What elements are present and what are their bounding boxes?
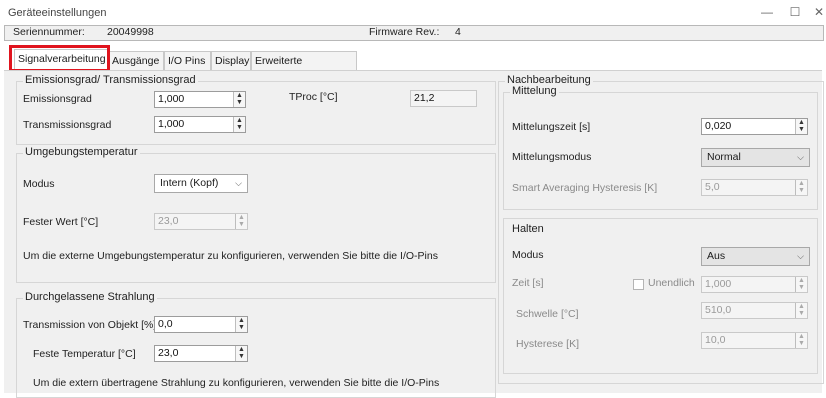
transmission-objekt-label: Transmission von Objekt [%]: [23, 319, 157, 331]
mittelungsmodus-label: Mittelungsmodus: [512, 151, 592, 163]
tproc-label: TProc [°C]: [289, 91, 338, 103]
hold-modus-value: Aus: [707, 250, 726, 262]
emissionsgrad-value: 1,000: [158, 93, 185, 105]
chevron-down-icon: ⌵: [797, 251, 804, 261]
averaging-group-title: Mittelung: [510, 85, 559, 97]
tab-ausgaenge[interactable]: Ausgänge: [108, 51, 164, 70]
transmissionsgrad-value: 1,000: [158, 118, 185, 130]
spinner-icon: ▲ ▼: [235, 214, 247, 229]
spinner-icon[interactable]: ▲ ▼: [233, 117, 245, 132]
serial-label: Seriennummer:: [13, 26, 85, 38]
spinner-icon: ▲ ▼: [795, 333, 807, 348]
mittelungszeit-input[interactable]: 0,020 ▲ ▼: [701, 118, 808, 135]
schwelle-label: Schwelle [°C]: [516, 308, 579, 320]
chevron-down-icon: ⌵: [797, 152, 804, 162]
active-tab-highlight: [9, 45, 110, 72]
minimize-icon[interactable]: —: [758, 4, 776, 20]
feste-temperatur-value: 23,0: [158, 347, 179, 359]
tab-erweiterte-einstellungen[interactable]: Erweiterte Einstellungen: [251, 51, 357, 86]
spinner-icon[interactable]: ▲ ▼: [795, 119, 807, 134]
hold-zeit-label: Zeit [s]: [512, 277, 544, 289]
fester-wert-label: Fester Wert [°C]: [23, 216, 99, 228]
transmissionsgrad-input[interactable]: 1,000 ▲ ▼: [154, 116, 246, 133]
tproc-value: 21,2: [414, 92, 435, 104]
mittelungszeit-label: Mittelungszeit [s]: [512, 121, 591, 133]
hold-group-title: Halten: [510, 223, 546, 235]
unendlich-checkbox[interactable]: [633, 279, 644, 290]
schwelle-input: 510,0 ▲ ▼: [701, 302, 808, 319]
ambient-modus-label: Modus: [23, 178, 55, 190]
transmission-objekt-value: 0,0: [158, 318, 173, 330]
transmissionsgrad-label: Transmissionsgrad: [23, 119, 112, 131]
mittelungsmodus-value: Normal: [707, 151, 741, 163]
close-icon[interactable]: ✕: [810, 4, 826, 20]
feste-temperatur-label: Feste Temperatur [°C]: [33, 348, 136, 360]
hold-group: Halten Modus Aus ⌵ Zeit [s] Unendlich 1,…: [503, 218, 818, 374]
unendlich-label: Unendlich: [648, 277, 695, 289]
feste-temperatur-input[interactable]: 23,0 ▲ ▼: [154, 345, 248, 362]
hysterese-input: 10,0 ▲ ▼: [701, 332, 808, 349]
ambient-group-title: Umgebungstemperatur: [23, 146, 140, 158]
ambient-group: Umgebungstemperatur Modus Intern (Kopf) …: [16, 146, 496, 283]
firmware-label: Firmware Rev.:: [369, 26, 440, 38]
fester-wert-input: 23,0 ▲ ▼: [154, 213, 248, 230]
spinner-icon: ▲ ▼: [795, 303, 807, 318]
emissionsgrad-input[interactable]: 1,000 ▲ ▼: [154, 91, 246, 108]
serial-value: 20049998: [107, 26, 154, 38]
ambient-modus-value: Intern (Kopf): [160, 177, 219, 189]
hysterese-label: Hysterese [K]: [516, 338, 580, 350]
window-title: Geräteeinstellungen: [8, 7, 107, 19]
tproc-field: 21,2: [410, 90, 477, 107]
smart-hysteresis-value: 5,0: [705, 181, 720, 193]
hold-zeit-input: 1,000 ▲ ▼: [701, 276, 808, 293]
tab-strip: Signalverarbeitung Ausgänge I/O Pins Dis…: [0, 49, 826, 86]
hold-zeit-value: 1,000: [705, 278, 732, 290]
firmware-value: 4: [455, 26, 461, 38]
spinner-icon[interactable]: ▲ ▼: [233, 92, 245, 107]
fester-wert-value: 23,0: [158, 215, 179, 227]
ambient-modus-select[interactable]: Intern (Kopf) ⌵: [154, 174, 248, 193]
tab-display[interactable]: Display: [211, 51, 251, 70]
chevron-down-icon: ⌵: [235, 178, 242, 188]
spinner-icon: ▲ ▼: [795, 277, 807, 292]
emission-group: Emissionsgrad/ Transmissionsgrad Emissio…: [16, 74, 496, 145]
spinner-icon[interactable]: ▲ ▼: [235, 346, 247, 361]
transmitted-group-title: Durchgelassene Strahlung: [23, 291, 157, 303]
ambient-note: Um die externe Umgebungstemperatur zu ko…: [23, 250, 438, 262]
tab-io-pins[interactable]: I/O Pins: [164, 51, 211, 70]
info-bar: Seriennummer: 20049998 Firmware Rev.: 4: [4, 25, 824, 41]
title-bar: Geräteeinstellungen — ☐ ✕: [0, 0, 826, 26]
hold-modus-label: Modus: [512, 249, 544, 261]
transmission-objekt-input[interactable]: 0,0 ▲ ▼: [154, 316, 248, 333]
mittelungszeit-value: 0,020: [705, 120, 732, 132]
emission-group-title: Emissionsgrad/ Transmissionsgrad: [23, 74, 198, 86]
smart-hysteresis-label: Smart Averaging Hysteresis [K]: [512, 182, 658, 194]
schwelle-value: 510,0: [705, 304, 732, 316]
mittelungsmodus-select[interactable]: Normal ⌵: [701, 148, 810, 167]
hysterese-value: 10,0: [705, 334, 726, 346]
averaging-group: Mittelung Mittelungszeit [s] 0,020 ▲ ▼ Mi…: [503, 85, 818, 210]
emissionsgrad-label: Emissionsgrad: [23, 93, 92, 105]
spinner-icon[interactable]: ▲ ▼: [235, 317, 247, 332]
postprocessing-group: Nachbearbeitung Mittelung Mittelungszeit…: [498, 74, 824, 384]
transmitted-group: Durchgelassene Strahlung Transmission vo…: [16, 291, 496, 398]
tab-panel: Emissionsgrad/ Transmissionsgrad Emissio…: [4, 70, 824, 398]
spinner-icon: ▲ ▼: [795, 180, 807, 195]
maximize-icon[interactable]: ☐: [786, 4, 804, 20]
transmitted-note: Um die extern übertragene Strahlung zu k…: [33, 377, 440, 389]
hold-modus-select[interactable]: Aus ⌵: [701, 247, 810, 266]
smart-hysteresis-input: 5,0 ▲ ▼: [701, 179, 808, 196]
